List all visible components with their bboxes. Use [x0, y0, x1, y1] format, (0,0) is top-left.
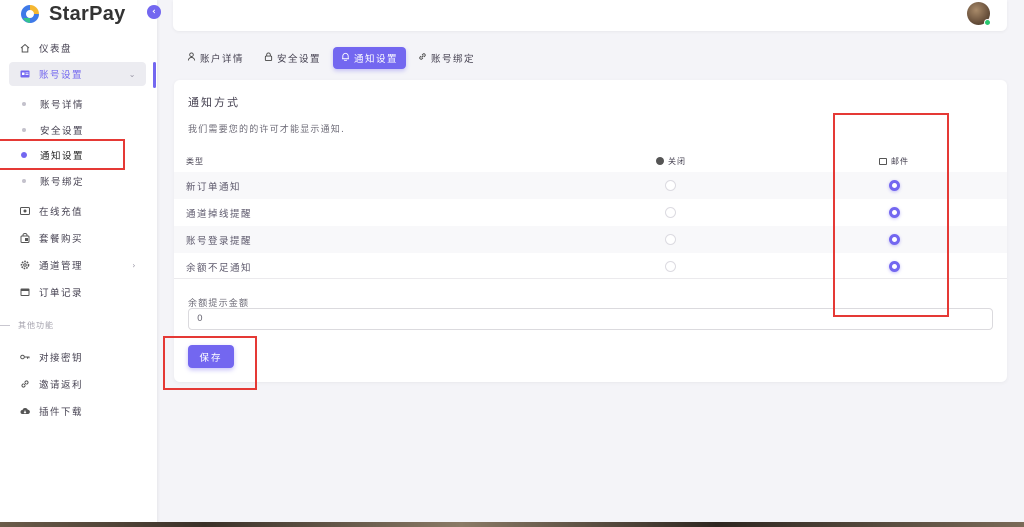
brand[interactable]: StarPay — [20, 2, 126, 26]
sidebar-item-label: 邀请返利 — [39, 380, 84, 391]
notification-type: 通道掉线提醒 — [186, 208, 253, 220]
sidebar-item-label: 套餐购买 — [39, 234, 84, 245]
top-navbar — [173, 0, 1007, 31]
sidebar-subitem-label: 账号详情 — [40, 100, 85, 111]
bullet-icon — [22, 102, 26, 106]
brand-name: StarPay — [49, 2, 126, 25]
power-icon — [656, 157, 664, 165]
column-header-type: 类型 — [186, 156, 204, 166]
starpay-logo-icon — [20, 4, 40, 24]
sidebar-item-api-key[interactable]: 对接密钥 — [9, 345, 146, 369]
section-divider — [0, 325, 10, 326]
user-icon — [187, 52, 196, 64]
sidebar-item-orders[interactable]: 订单记录 — [9, 280, 146, 304]
notification-type: 余额不足通知 — [186, 262, 253, 274]
chevron-left-icon: ‹ — [152, 7, 156, 17]
sidebar-item-label: 在线充值 — [39, 207, 84, 218]
settings-tabs: 账户详情 安全设置 通知设置 账号绑定 — [179, 47, 487, 69]
card-subtitle: 我们需要您的的许可才能显示通知. — [188, 125, 346, 135]
tab-account-binding[interactable]: 账号绑定 — [410, 47, 483, 69]
cloud-download-icon — [20, 406, 30, 416]
notification-type: 账号登录提醒 — [186, 235, 253, 247]
home-icon — [20, 43, 30, 53]
sidebar-section-title: 其他功能 — [0, 320, 54, 331]
off-radio[interactable] — [665, 234, 676, 245]
annotation-highlight-notification-menu — [0, 139, 125, 170]
bullet-icon — [22, 128, 26, 132]
sidebar-item-label: 通道管理 — [39, 261, 84, 272]
sidebar-subitem-label: 安全设置 — [40, 126, 85, 137]
bullet-icon — [22, 179, 26, 183]
card-title: 通知方式 — [188, 96, 240, 109]
sidebar-item-label: 订单记录 — [39, 288, 84, 299]
link-icon — [418, 52, 427, 64]
sidebar-item-label: 仪表盘 — [39, 44, 73, 55]
avatar[interactable] — [967, 2, 991, 26]
sidebar-item-package[interactable]: 套餐购买 — [9, 226, 146, 250]
tab-label: 账号绑定 — [431, 54, 476, 65]
key-icon — [20, 352, 30, 362]
collapse-sidebar-button[interactable]: ‹ — [147, 5, 161, 19]
sidebar-item-label: 插件下载 — [39, 407, 84, 418]
tab-label: 账户详情 — [200, 54, 245, 65]
calendar-icon — [20, 287, 30, 297]
gear-icon — [20, 260, 30, 270]
sidebar-item-account-settings[interactable]: 账号设置 ⌄ — [9, 62, 146, 86]
off-radio[interactable] — [665, 207, 676, 218]
off-radio[interactable] — [665, 261, 676, 272]
sidebar-item-label: 对接密钥 — [39, 353, 84, 364]
shopping-bag-icon — [20, 233, 30, 243]
tab-label: 通知设置 — [354, 54, 399, 65]
sidebar-item-channels[interactable]: 通道管理 › — [9, 253, 146, 277]
column-header-off: 关闭 — [656, 156, 686, 167]
annotation-highlight-mail-column — [833, 113, 949, 317]
wallet-icon — [20, 206, 30, 216]
off-radio[interactable] — [665, 180, 676, 191]
chevron-down-icon: ⌄ — [128, 69, 137, 79]
sidebar-subitem-label: 账号绑定 — [40, 177, 85, 188]
sidebar-item-label: 账号设置 — [39, 70, 84, 81]
notification-type: 新订单通知 — [186, 181, 242, 193]
chevron-right-icon: › — [132, 260, 137, 270]
tab-notifications[interactable]: 通知设置 — [333, 47, 407, 69]
sidebar-item-plugin-download[interactable]: 插件下载 — [9, 399, 146, 423]
bell-icon — [341, 52, 350, 64]
sidebar-subitem-account-details[interactable]: 账号详情 — [20, 94, 84, 114]
active-indicator — [153, 62, 156, 88]
sidebar-subitem-account-binding[interactable]: 账号绑定 — [20, 171, 84, 191]
sidebar-item-referral[interactable]: 邀请返利 — [9, 372, 146, 396]
section-title-label: 其他功能 — [18, 321, 54, 330]
online-status-icon — [984, 19, 991, 26]
sidebar-item-dashboard[interactable]: 仪表盘 — [9, 36, 146, 60]
tab-security[interactable]: 安全设置 — [256, 47, 329, 69]
column-header-label: 关闭 — [668, 156, 686, 166]
annotation-highlight-save-button — [163, 336, 257, 390]
lock-icon — [264, 52, 273, 64]
taskbar-strip — [0, 522, 1024, 527]
tab-account-details[interactable]: 账户详情 — [179, 47, 252, 69]
id-card-icon — [20, 69, 30, 79]
link-icon — [20, 379, 30, 389]
tab-label: 安全设置 — [277, 54, 322, 65]
sidebar-subitem-security[interactable]: 安全设置 — [20, 120, 84, 140]
sidebar: StarPay ‹ 仪表盘 账号设置 ⌄ 账号详情 安全设置 通知设置 账号绑定… — [0, 0, 161, 527]
sidebar-item-recharge[interactable]: 在线充值 — [9, 199, 146, 223]
